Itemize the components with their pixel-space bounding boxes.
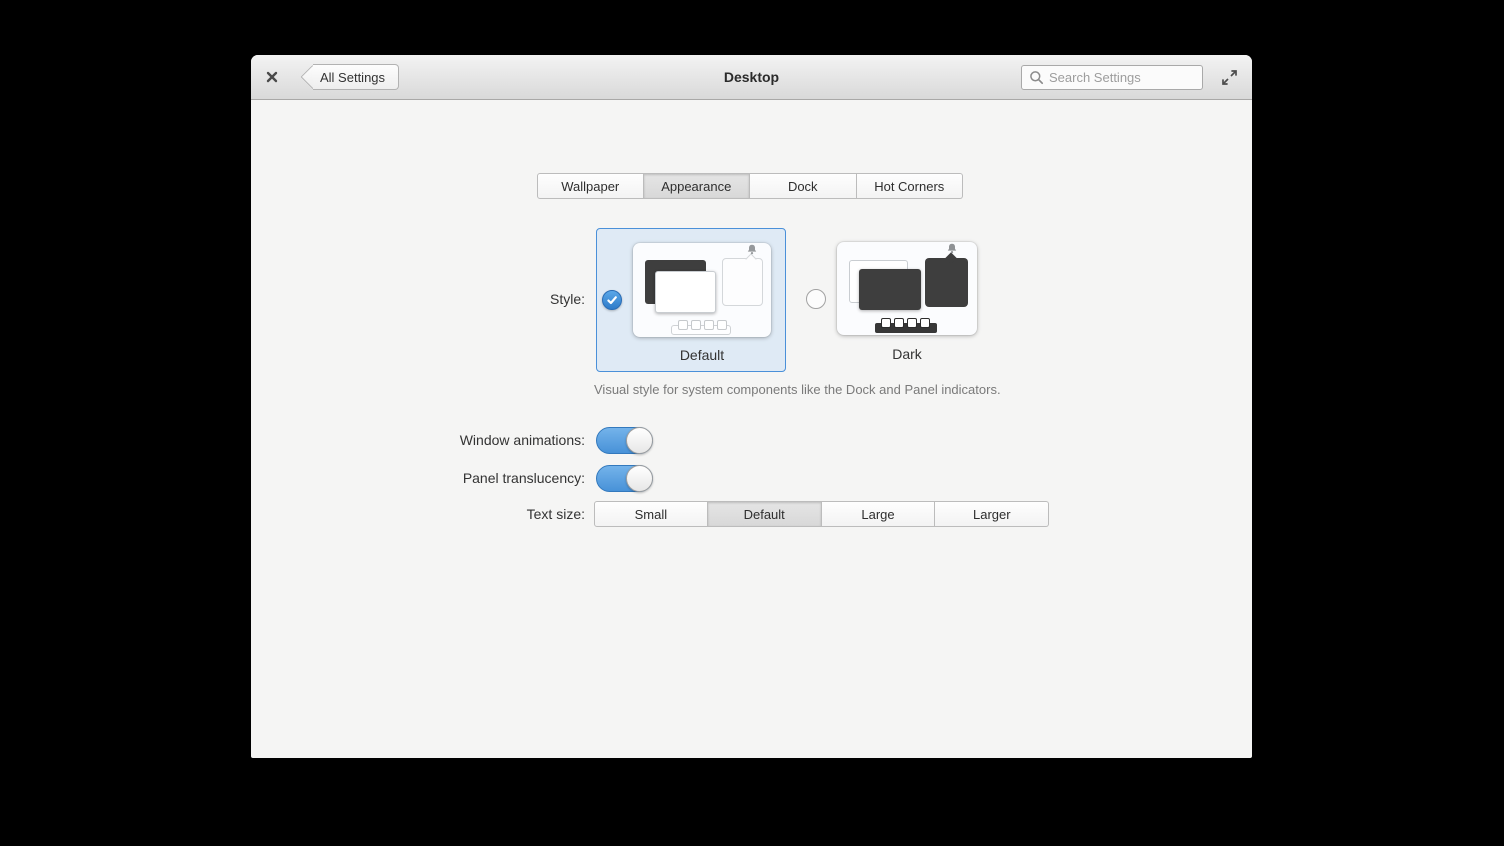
- dock-app-square: [691, 320, 701, 330]
- style-preview-default: [633, 243, 771, 337]
- notification-notch: [745, 253, 756, 264]
- window-animations-toggle[interactable]: [596, 427, 653, 454]
- text-size-label: Text size:: [251, 501, 585, 527]
- dock-app-squares: [678, 320, 727, 330]
- text-size-option-default[interactable]: Default: [708, 501, 822, 527]
- dock-app-square: [678, 320, 688, 330]
- titlebar: All Settings Desktop: [251, 55, 1252, 100]
- tab-appearance[interactable]: Appearance: [644, 173, 751, 199]
- style-option-default-label: Default: [633, 347, 771, 363]
- dock-app-square: [907, 318, 917, 328]
- dock-app-square: [704, 320, 714, 330]
- dock-app-squares: [881, 318, 930, 328]
- style-label: Style:: [251, 291, 585, 307]
- panel-translucency-label: Panel translucency:: [251, 465, 585, 492]
- all-settings-back-button[interactable]: All Settings: [300, 64, 399, 90]
- preview-window-front: [655, 271, 716, 313]
- style-description: Visual style for system components like …: [594, 382, 1001, 397]
- content-area: Wallpaper Appearance Dock Hot Corners St…: [251, 100, 1252, 758]
- dock-app-square: [920, 318, 930, 328]
- maximize-button[interactable]: [1220, 68, 1239, 87]
- bell-icon: [747, 244, 757, 255]
- close-icon: [264, 69, 280, 85]
- toggle-knob: [626, 427, 653, 454]
- close-button[interactable]: [263, 68, 281, 86]
- style-preview-dark: [837, 242, 977, 335]
- search-field[interactable]: [1021, 65, 1203, 90]
- radio-style-default[interactable]: [602, 290, 622, 310]
- panel-translucency-toggle[interactable]: [596, 465, 653, 492]
- toggle-knob: [626, 465, 653, 492]
- tab-hot-corners[interactable]: Hot Corners: [857, 173, 964, 199]
- preview-window-front: [859, 269, 921, 310]
- tab-bar: Wallpaper Appearance Dock Hot Corners: [537, 173, 963, 199]
- bell-icon: [947, 243, 957, 254]
- resize-arrows-icon: [1220, 68, 1239, 87]
- style-option-dark[interactable]: Dark: [792, 228, 982, 372]
- window-animations-label: Window animations:: [251, 427, 585, 454]
- dock-app-square: [894, 318, 904, 328]
- radio-style-dark[interactable]: [806, 289, 826, 309]
- notification-notch: [945, 252, 956, 263]
- search-icon: [1029, 70, 1044, 85]
- text-size-segmented-control: Small Default Large Larger: [594, 501, 1049, 527]
- style-option-dark-label: Dark: [837, 346, 977, 362]
- text-size-option-small[interactable]: Small: [594, 501, 708, 527]
- text-size-option-larger[interactable]: Larger: [935, 501, 1049, 527]
- search-input[interactable]: [1049, 70, 1195, 85]
- style-option-default[interactable]: Default: [596, 228, 786, 372]
- dock-app-square: [717, 320, 727, 330]
- settings-window: All Settings Desktop Wallpaper Appearanc…: [251, 55, 1252, 758]
- checkmark-icon: [605, 293, 619, 307]
- tab-dock[interactable]: Dock: [750, 173, 857, 199]
- preview-notification-panel: [722, 258, 763, 306]
- text-size-option-large[interactable]: Large: [822, 501, 936, 527]
- back-button-label: All Settings: [313, 64, 399, 90]
- dock-app-square: [881, 318, 891, 328]
- tab-wallpaper[interactable]: Wallpaper: [537, 173, 644, 199]
- preview-notification-panel: [925, 258, 968, 307]
